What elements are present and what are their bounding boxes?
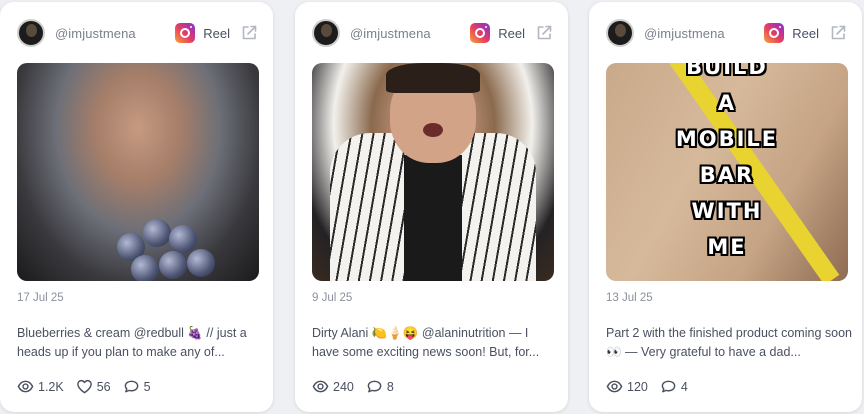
comments-stat: 4 (660, 378, 688, 395)
comments-count: 8 (386, 379, 394, 394)
comments-stat: 5 (123, 378, 151, 395)
views-stat: 120 (606, 378, 648, 395)
instagram-icon (175, 23, 196, 43)
post-card[interactable]: @imjustmena Reel BUILD A MOBILE BAR WITH… (589, 2, 862, 412)
overlay-line: BAR (699, 163, 755, 187)
post-type-label: Reel (498, 25, 525, 41)
author-handle[interactable]: @imjustmena (55, 26, 136, 41)
views-stat: 240 (312, 378, 354, 395)
overlay-line: A (717, 91, 737, 115)
tshirt-illustration (404, 155, 462, 281)
views-count: 1.2K (38, 379, 64, 394)
eye-icon (606, 380, 623, 393)
post-date: 9 Jul 25 (312, 292, 353, 304)
overlay-line: ME (707, 235, 747, 259)
post-type-label: Reel (203, 25, 230, 41)
post-type-label: Reel (792, 25, 819, 41)
instagram-icon (470, 23, 491, 43)
views-count: 240 (333, 379, 354, 394)
avatar[interactable] (17, 19, 45, 47)
external-link-icon[interactable] (240, 24, 258, 42)
post-caption: Blueberries & cream @redbull 🍇 // just a… (17, 326, 247, 359)
post-card[interactable]: @imjustmena Reel 17 Jul 25 Blueberries &… (0, 2, 273, 412)
post-stats: 1.2K 56 5 (17, 378, 163, 395)
likes-count: 56 (96, 379, 111, 394)
author-handle[interactable]: @imjustmena (644, 26, 725, 41)
views-stat: 1.2K (17, 378, 64, 395)
views-count: 120 (627, 379, 648, 394)
overlay-line: WITH (691, 199, 763, 223)
avatar[interactable] (606, 19, 634, 47)
post-stats: 240 8 (312, 378, 406, 395)
card-header: @imjustmena Reel (312, 18, 553, 48)
comment-icon (124, 380, 138, 393)
comments-count: 5 (143, 379, 151, 394)
post-date: 17 Jul 25 (17, 292, 64, 304)
post-thumbnail[interactable] (312, 63, 554, 281)
overlay-line: BUILD (686, 63, 768, 79)
post-thumbnail[interactable] (17, 63, 259, 281)
comment-icon (661, 380, 676, 393)
instagram-icon (764, 23, 785, 43)
card-header: @imjustmena Reel (17, 18, 258, 48)
comments-count: 4 (680, 379, 688, 394)
comments-stat: 8 (366, 378, 394, 395)
card-header: @imjustmena Reel (606, 18, 847, 48)
berries-illustration (117, 213, 227, 281)
post-stats: 120 4 (606, 378, 700, 395)
external-link-icon[interactable] (829, 24, 847, 42)
mouth-illustration (423, 123, 443, 137)
post-card[interactable]: @imjustmena Reel 9 Jul 25 Dirty Alani 🍋🍦… (295, 2, 568, 412)
author-handle[interactable]: @imjustmena (350, 26, 431, 41)
eye-icon (312, 380, 329, 393)
hair-illustration (386, 63, 480, 93)
overlay-line: MOBILE (675, 127, 779, 151)
post-caption: Dirty Alani 🍋🍦😝 @alaninutrition — I have… (312, 326, 540, 359)
eye-icon (17, 380, 34, 393)
comment-icon (367, 380, 382, 393)
external-link-icon[interactable] (535, 24, 553, 42)
thumbnail-overlay-text: BUILD A MOBILE BAR WITH ME (606, 63, 848, 265)
avatar[interactable] (312, 19, 340, 47)
likes-stat: 56 (76, 378, 111, 395)
post-date: 13 Jul 25 (606, 292, 653, 304)
post-thumbnail[interactable]: BUILD A MOBILE BAR WITH ME (606, 63, 848, 281)
post-caption: Part 2 with the finished product coming … (606, 326, 852, 359)
heart-icon (76, 379, 92, 394)
